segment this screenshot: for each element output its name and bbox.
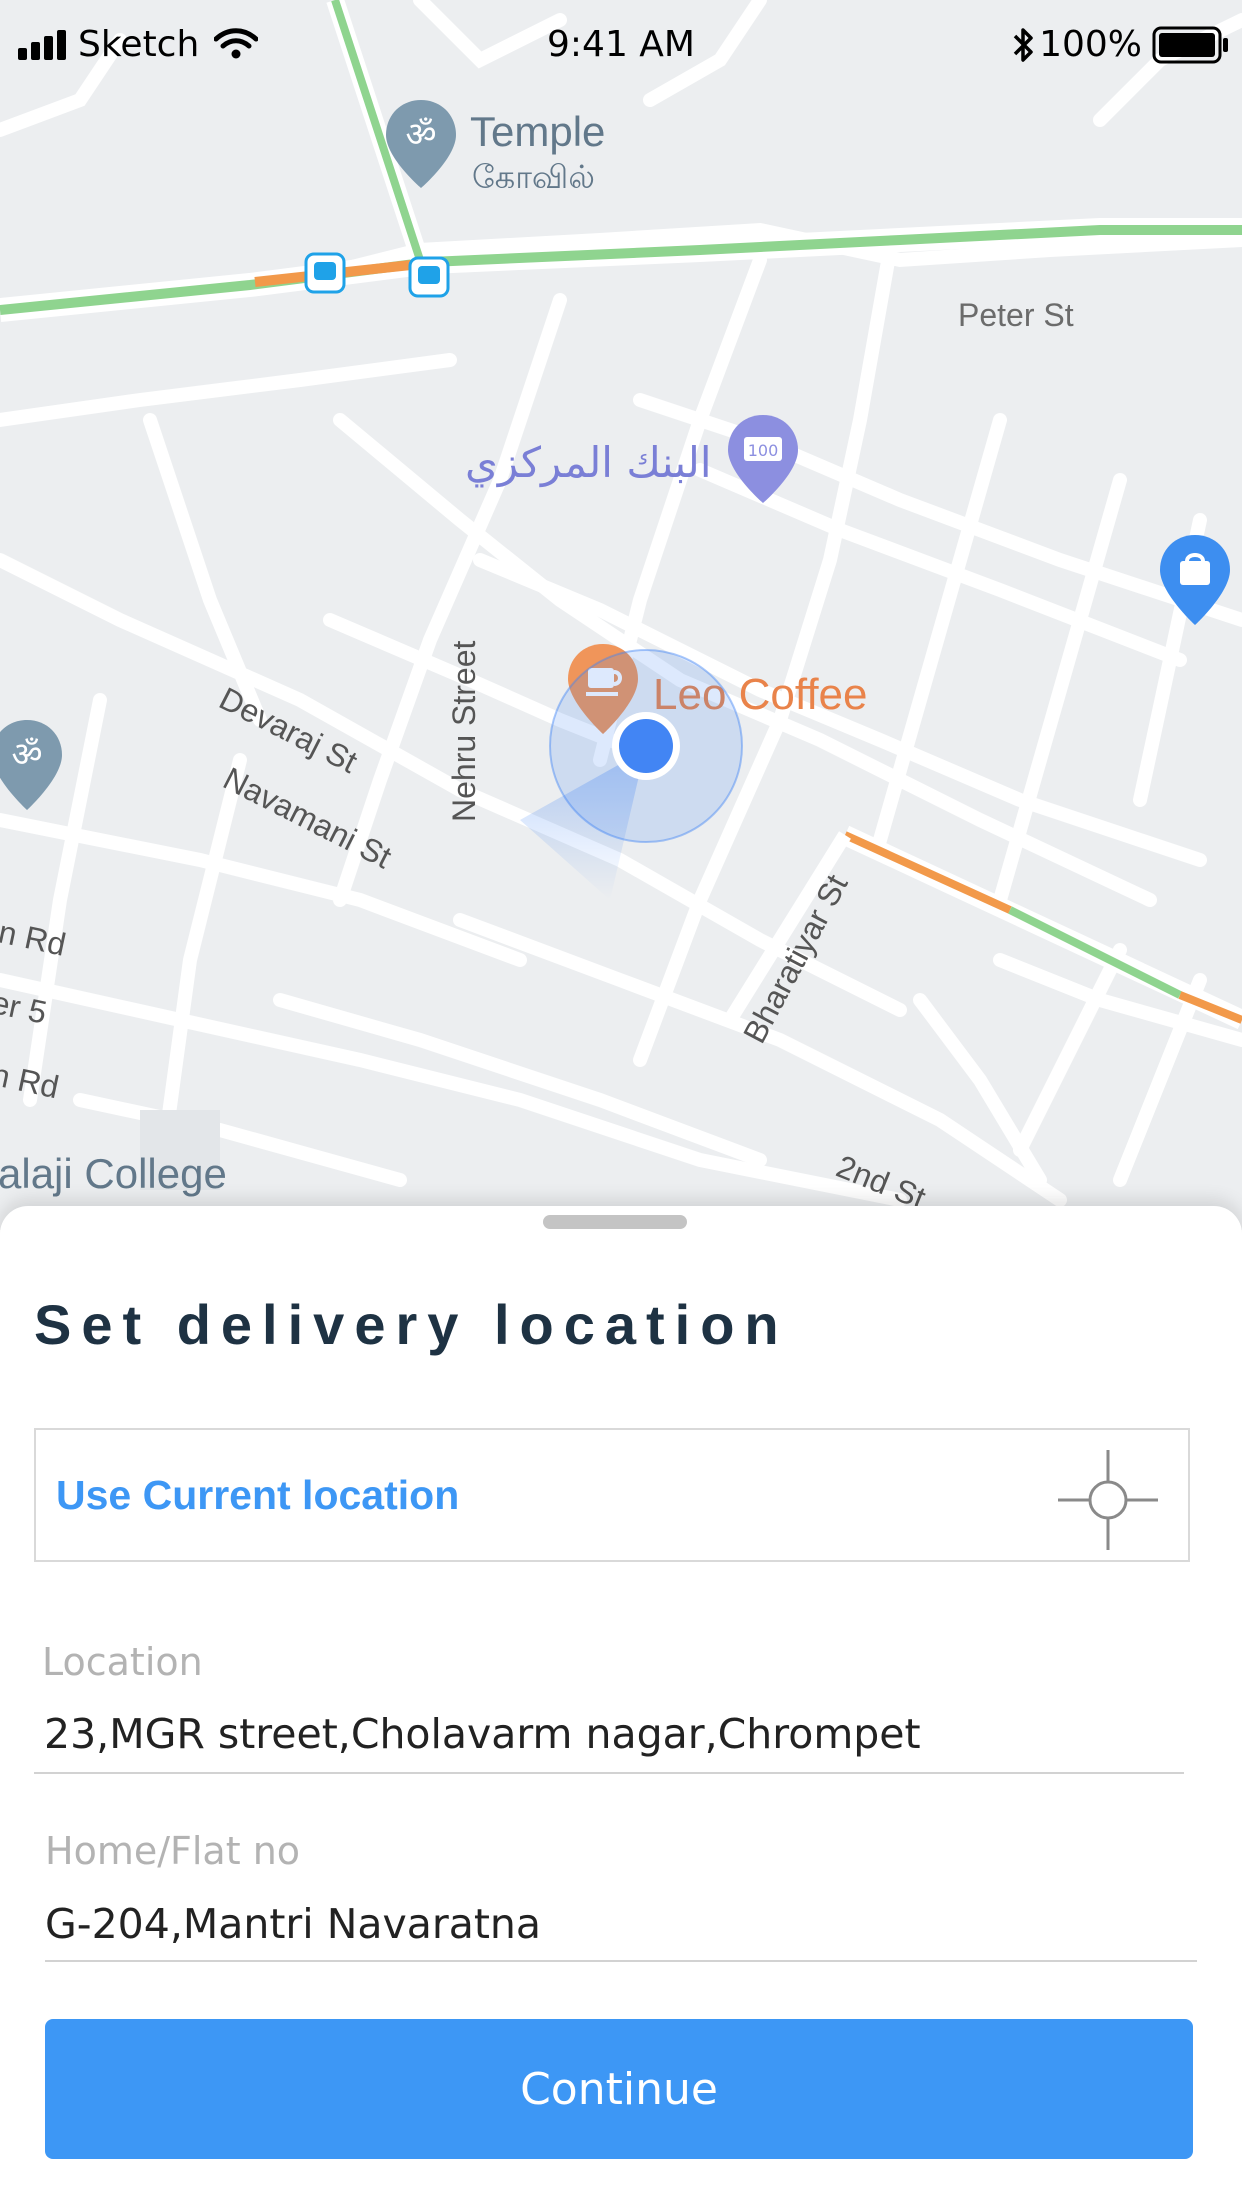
peter-st-label: Peter St xyxy=(958,297,1074,333)
location-input[interactable]: 23,MGR street,Cholavarm nagar,Chrompet xyxy=(44,1710,921,1758)
nehru-street-label: Nehru Street xyxy=(446,640,482,822)
page-title: Set delivery location xyxy=(34,1293,789,1356)
bank-label: البنك المركزي xyxy=(465,438,712,487)
svg-text:100: 100 xyxy=(748,441,779,460)
temple-pin-icon-left[interactable]: ॐ xyxy=(0,720,62,816)
flat-input-underline xyxy=(45,1960,1197,1962)
shopping-pin-icon[interactable] xyxy=(1160,535,1230,631)
location-input-underline xyxy=(34,1772,1184,1774)
temple-tamil-label: கோவில் xyxy=(472,158,595,196)
crosshair-icon xyxy=(1058,1450,1158,1550)
svg-text:ॐ: ॐ xyxy=(11,735,42,775)
temple-pin-icon[interactable]: ॐ xyxy=(386,100,456,194)
map-roads xyxy=(0,0,1242,1230)
balaji-college-label: alaji College xyxy=(0,1150,227,1197)
battery-percent-label: 100% xyxy=(1039,24,1142,65)
battery-icon xyxy=(1152,26,1228,64)
bank-pin-icon[interactable]: 100 xyxy=(728,415,798,509)
location-field-label: Location xyxy=(42,1640,203,1684)
sheet-drag-handle[interactable] xyxy=(543,1215,687,1229)
flat-field-label: Home/Flat no xyxy=(45,1829,301,1873)
map-view[interactable]: ॐ Temple கோவில் Peter St 100 البنك المرك… xyxy=(0,0,1242,1230)
current-location-marker xyxy=(500,640,760,924)
status-bar: Sketch 9:41 AM 100% xyxy=(0,0,1242,90)
flat-input[interactable]: G-204,Mantri Navaratna xyxy=(45,1900,541,1948)
delivery-location-sheet: Set delivery location Use Current locati… xyxy=(0,1206,1242,2208)
use-current-location-label: Use Current location xyxy=(56,1472,460,1518)
svg-text:ॐ: ॐ xyxy=(405,115,436,155)
temple-label: Temple xyxy=(470,108,606,155)
use-current-location-button[interactable]: Use Current location xyxy=(34,1428,1190,1562)
continue-button[interactable]: Continue xyxy=(45,2019,1193,2159)
bluetooth-icon xyxy=(1013,28,1033,62)
